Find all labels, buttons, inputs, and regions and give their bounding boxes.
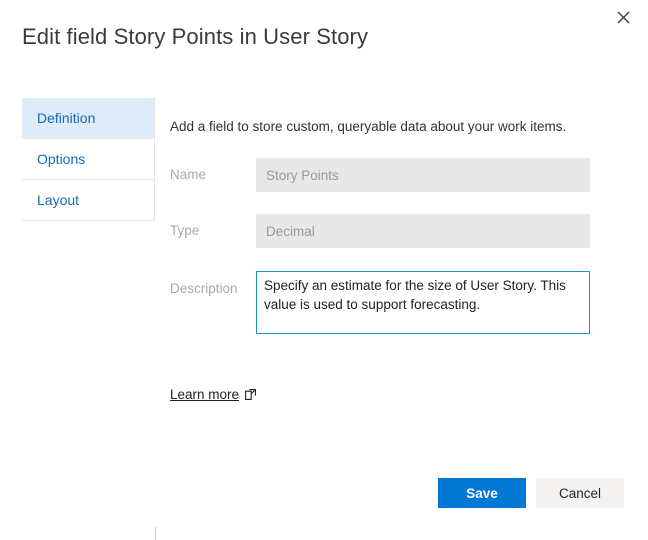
field-row-description: Description (170, 271, 590, 334)
tab-options-label: Options (37, 151, 86, 167)
edit-field-dialog: Edit field Story Points in User Story De… (0, 0, 648, 540)
description-textarea[interactable] (256, 271, 590, 334)
dialog-body: Definition Options Layout Add a field to… (0, 98, 648, 458)
save-button[interactable]: Save (438, 478, 526, 508)
tab-layout-label: Layout (37, 192, 80, 208)
name-input[interactable] (256, 158, 590, 192)
tab-definition[interactable]: Definition (22, 98, 154, 139)
tab-options[interactable]: Options (22, 139, 154, 180)
learn-more-label: Learn more (170, 387, 240, 402)
page-title: Edit field Story Points in User Story (22, 24, 369, 49)
description-label: Description (170, 281, 238, 296)
field-row-name: Name (170, 158, 590, 192)
close-icon[interactable] (608, 4, 638, 30)
learn-more-link[interactable]: Learn more (170, 387, 256, 402)
external-link-icon (245, 389, 256, 400)
name-label: Name (170, 167, 207, 182)
field-row-type: Type (170, 214, 590, 248)
type-input[interactable] (256, 214, 590, 248)
definition-panel: Add a field to store custom, queryable d… (170, 98, 590, 404)
tab-layout[interactable]: Layout (22, 180, 154, 221)
bottom-divider (155, 527, 156, 540)
type-label: Type (170, 223, 200, 238)
tab-definition-label: Definition (37, 110, 96, 126)
dialog-footer: Save Cancel (438, 478, 624, 508)
tab-list: Definition Options Layout (22, 98, 155, 221)
close-glyph (617, 11, 629, 23)
cancel-button[interactable]: Cancel (536, 478, 624, 508)
intro-text: Add a field to store custom, queryable d… (170, 119, 567, 134)
